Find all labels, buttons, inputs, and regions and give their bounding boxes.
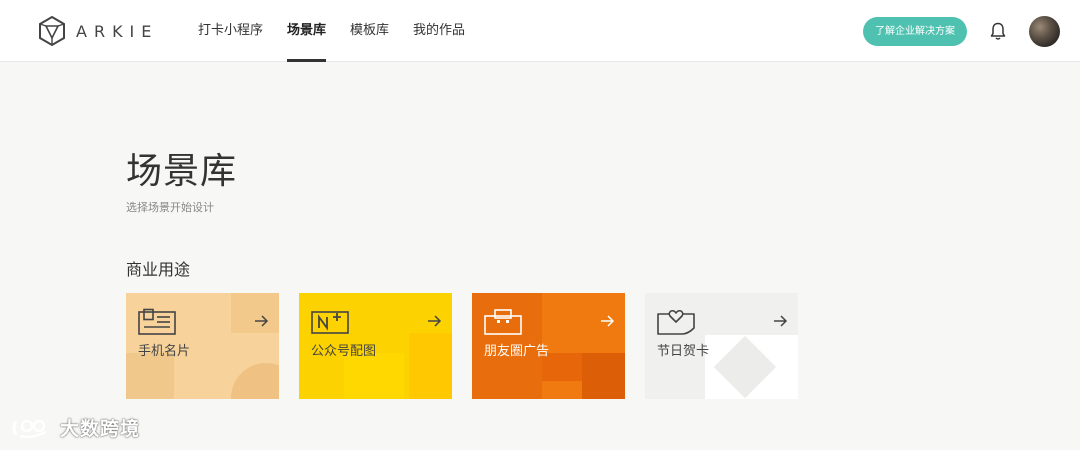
scene-card-wechat-image[interactable]: 公众号配图	[299, 293, 452, 399]
wechat-image-icon	[311, 311, 349, 334]
arrow-right-icon	[428, 315, 442, 327]
business-card-icon	[138, 308, 176, 335]
watermark-text: 大数跨境	[60, 418, 141, 440]
card-label: 手机名片	[138, 344, 191, 359]
watermark: 大数跨境	[10, 414, 140, 441]
enterprise-solution-button[interactable]: 了解企业解决方案	[863, 17, 967, 46]
scene-card-list: 手机名片 公众号配图 朋友圈广告 节日贺卡	[126, 293, 818, 399]
scene-card-moments-ad[interactable]: 朋友圈广告	[472, 293, 625, 399]
logo[interactable]: ARKIE	[38, 15, 158, 47]
user-avatar[interactable]	[1029, 16, 1060, 47]
arrow-right-icon	[774, 315, 788, 327]
card-decoration	[231, 363, 279, 399]
card-decoration	[344, 353, 404, 399]
card-label: 朋友圈广告	[484, 344, 550, 359]
page-subtitle: 选择场景开始设计	[126, 201, 214, 214]
arrow-right-icon	[601, 315, 615, 327]
nav-template-library[interactable]: 模板库	[350, 0, 389, 62]
heart-card-icon	[657, 309, 695, 335]
main-nav: 打卡小程序 场景库 模板库 我的作品	[198, 0, 489, 62]
card-label: 节日贺卡	[657, 344, 710, 359]
page-title: 场景库	[126, 151, 238, 192]
top-header: ARKIE 打卡小程序 场景库 模板库 我的作品 了解企业解决方案	[0, 0, 1080, 62]
arrow-right-icon	[255, 315, 269, 327]
nav-checkin-miniprogram[interactable]: 打卡小程序	[198, 0, 263, 62]
card-decoration	[409, 333, 452, 399]
card-decoration	[582, 353, 625, 399]
arkie-logo-icon	[39, 15, 65, 47]
scene-card-business-card[interactable]: 手机名片	[126, 293, 279, 399]
scene-card-holiday-card[interactable]: 节日贺卡	[645, 293, 798, 399]
card-label: 公众号配图	[311, 344, 377, 359]
section-title-business: 商业用途	[126, 260, 191, 279]
logo-text: ARKIE	[76, 21, 159, 41]
bell-icon[interactable]	[988, 21, 1008, 41]
ad-bag-icon	[484, 309, 522, 335]
nav-scene-library[interactable]: 场景库	[287, 0, 327, 62]
nav-my-works[interactable]: 我的作品	[413, 0, 465, 62]
card-decoration	[126, 353, 174, 399]
watermark-logo-icon	[12, 419, 47, 438]
